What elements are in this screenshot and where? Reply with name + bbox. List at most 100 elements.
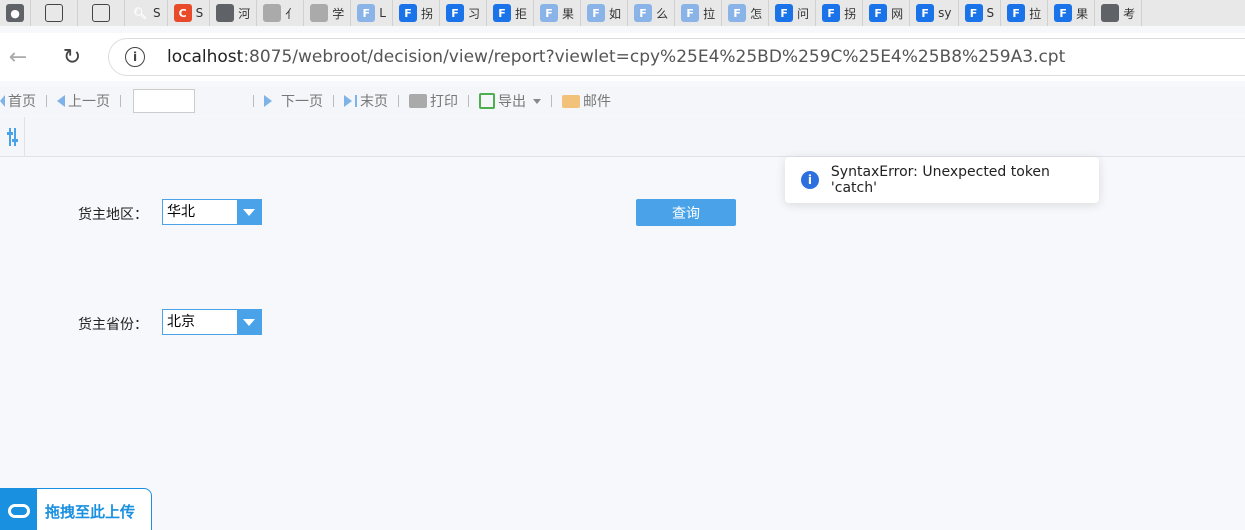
print-button[interactable]: 打印 <box>405 91 462 111</box>
browser-tab[interactable]: F 怎 <box>722 0 770 26</box>
cloud-icon <box>1 488 37 530</box>
last-page-label: 末页 <box>360 94 388 110</box>
tab-sidebar[interactable] <box>78 0 125 26</box>
info-icon[interactable]: i <box>125 47 145 67</box>
browser-tab[interactable]: 学 <box>304 0 352 26</box>
tab-label: sy <box>938 6 952 20</box>
region-label: 货主地区： <box>78 207 148 223</box>
print-label: 打印 <box>430 94 458 110</box>
finereport-icon: F <box>446 4 464 22</box>
tab-label: 如 <box>609 6 622 21</box>
tab-profile[interactable]: ● <box>0 0 31 26</box>
browser-tab[interactable]: 亻 <box>257 0 305 26</box>
finereport-icon: F <box>775 4 794 22</box>
finereport-icon: F <box>1054 4 1073 22</box>
browser-tab[interactable]: 🔍︎ S <box>125 0 168 26</box>
browser-tab[interactable]: F 拉 <box>675 0 723 26</box>
tab-label: 亻 <box>285 6 298 21</box>
finereport-icon: F <box>822 4 841 22</box>
copy-icon <box>45 4 63 22</box>
prev-page-button[interactable]: 上一页 <box>53 91 114 111</box>
next-page-icon <box>264 95 272 107</box>
browser-tab[interactable]: F 网 <box>863 0 911 26</box>
browser-tab[interactable]: F sy <box>910 0 959 26</box>
url-host: localhost <box>167 47 244 67</box>
mail-button[interactable]: 邮件 <box>558 91 615 111</box>
chevron-down-icon[interactable] <box>237 200 261 224</box>
query-button[interactable]: 查询 <box>636 199 736 226</box>
tab-label: 拒 <box>515 6 528 21</box>
browser-tab[interactable]: F 拐 <box>816 0 864 26</box>
tab-label: 果 <box>562 6 575 21</box>
browser-tab[interactable]: 考 <box>1095 0 1143 26</box>
tab-collections[interactable] <box>31 0 78 26</box>
browser-tab[interactable]: C S <box>168 0 211 26</box>
reload-icon[interactable]: ↻ <box>54 39 90 75</box>
slider-bar <box>6 128 13 146</box>
user-icon: ● <box>6 4 24 22</box>
next-page-button[interactable]: 下一页 <box>260 91 327 111</box>
toolbar-divider <box>46 95 47 107</box>
page-number-input[interactable] <box>133 89 195 113</box>
tab-label: 学 <box>332 6 345 21</box>
prev-page-label: 上一页 <box>68 94 110 110</box>
back-arrow-icon[interactable]: ← <box>0 39 36 75</box>
finereport-icon: F <box>398 4 417 22</box>
finereport-icon: F <box>916 4 935 22</box>
finereport-icon: F <box>634 4 653 22</box>
finereport-icon: F <box>587 4 606 22</box>
chevron-down-icon <box>533 98 541 104</box>
tab-label: 网 <box>891 6 904 21</box>
finereport-icon: F <box>493 4 512 22</box>
slider-bar <box>11 128 18 146</box>
browser-tab[interactable]: F 果 <box>534 0 582 26</box>
sliders-icon[interactable] <box>0 117 25 157</box>
export-label: 导出 <box>498 94 526 110</box>
browser-tab[interactable]: F 果 <box>1048 0 1096 26</box>
tab-label: 考 <box>1123 6 1136 21</box>
info-icon: i <box>801 171 819 189</box>
browser-tab[interactable]: F 问 <box>769 0 817 26</box>
sidebar-icon <box>92 4 110 22</box>
upload-dropzone[interactable]: 拖拽至此上传 <box>0 488 152 530</box>
finereport-icon: F <box>540 4 559 22</box>
tab-label: S <box>153 6 161 20</box>
last-page-icon <box>344 95 352 107</box>
tab-label: 问 <box>797 6 810 21</box>
finereport-icon: F <box>1007 4 1026 22</box>
tab-label: S <box>195 6 204 20</box>
browser-tab-strip: ● 🔍︎ S C S 河 亻 学 F L F 拐 F 习 F 拒 F 果 F 如… <box>0 0 1245 26</box>
browser-tab[interactable]: F L <box>351 0 393 26</box>
url-field[interactable]: i localhost:8075/webroot/decision/view/r… <box>108 38 1245 76</box>
export-icon <box>479 93 495 109</box>
search-icon: 🔍︎ <box>133 6 147 20</box>
toolbar-divider <box>398 95 399 107</box>
last-page-bar-icon <box>355 95 357 107</box>
finereport-icon: F <box>728 4 747 22</box>
finereport-icon: F <box>964 4 983 22</box>
browser-tab[interactable]: 河 <box>210 0 258 26</box>
browser-tab[interactable]: F 如 <box>581 0 629 26</box>
region-combo[interactable]: 华北 <box>162 199 262 225</box>
url-path: :8075/webroot/decision/view/report?viewl… <box>243 47 1066 67</box>
finereport-icon: F <box>357 4 376 22</box>
export-button[interactable]: 导出 <box>475 91 545 111</box>
browser-tab[interactable]: F 习 <box>440 0 488 26</box>
prev-page-icon <box>57 95 65 107</box>
tab-label: 拐 <box>420 6 433 21</box>
first-page-button[interactable]: 首页 <box>0 91 40 111</box>
province-value[interactable]: 北京 <box>163 310 237 334</box>
chevron-down-icon[interactable] <box>237 310 261 334</box>
browser-tab[interactable]: F 拒 <box>487 0 535 26</box>
browser-tab[interactable]: F S <box>959 0 1002 26</box>
parameter-panel-header <box>0 117 1245 157</box>
first-page-label: 首页 <box>8 94 36 110</box>
finereport-icon: F <box>869 4 888 22</box>
region-value[interactable]: 华北 <box>163 200 237 224</box>
last-page-button[interactable]: 末页 <box>340 91 392 111</box>
province-combo[interactable]: 北京 <box>162 309 262 335</box>
browser-tab[interactable]: F 么 <box>628 0 676 26</box>
province-label: 货主省份： <box>78 317 148 333</box>
browser-tab[interactable]: F 拉 <box>1001 0 1049 26</box>
browser-tab[interactable]: F 拐 <box>393 0 440 26</box>
